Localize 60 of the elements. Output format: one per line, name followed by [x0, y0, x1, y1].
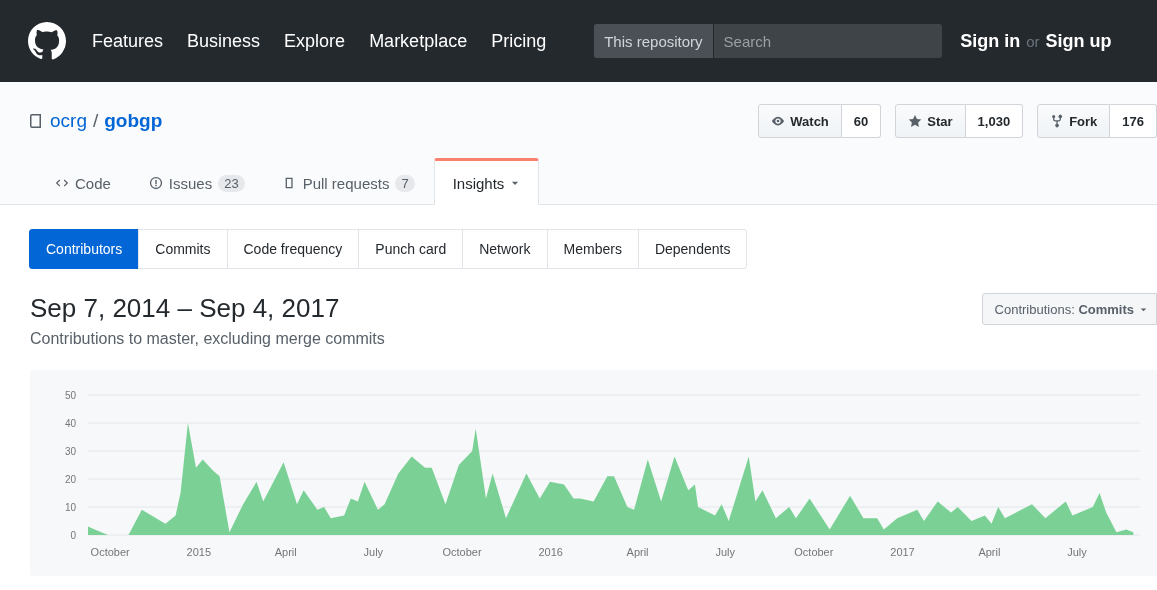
fork-icon — [1050, 114, 1065, 128]
report-tab[interactable]: Dependents — [637, 229, 748, 269]
path-separator: / — [92, 110, 99, 132]
x-axis-label: October — [794, 546, 834, 558]
repo-tab[interactable]: Insights — [433, 158, 540, 205]
x-axis-label: October — [90, 546, 130, 558]
nav-link[interactable]: Business — [187, 30, 261, 52]
x-axis-label: July — [1067, 546, 1087, 558]
report-tab[interactable]: Members — [546, 229, 639, 269]
x-axis-label: October — [442, 546, 482, 558]
star-count[interactable]: 1,030 — [965, 104, 1024, 138]
owner-link[interactable]: ocrg — [50, 110, 87, 132]
nav-link[interactable]: Explore — [284, 30, 346, 52]
chart-subtitle: Contributions to master, excluding merge commits — [30, 330, 385, 348]
or-text: or — [1026, 32, 1040, 50]
report-tab[interactable]: Network — [462, 229, 548, 269]
x-axis-label: 2017 — [890, 546, 915, 558]
search-field[interactable]: Search — [713, 24, 943, 58]
repo-tab[interactable]: Issues 23 — [129, 158, 264, 205]
repo-name-link[interactable]: gobgp — [104, 110, 163, 132]
repo-icon — [28, 113, 44, 129]
contributions-dropdown[interactable]: Contributions: Commits — [981, 293, 1157, 325]
y-axis-label: 30 — [64, 446, 76, 457]
nav-link[interactable]: Features — [92, 30, 164, 52]
x-axis-label: July — [363, 546, 384, 558]
x-axis-label: July — [715, 546, 735, 558]
report-tab[interactable]: Code frequency — [226, 229, 360, 269]
nav-link[interactable]: Pricing — [491, 30, 547, 52]
y-axis-label: 10 — [64, 502, 76, 513]
star-button[interactable]: Star — [895, 104, 966, 138]
fork-button[interactable]: Fork — [1037, 104, 1111, 138]
y-axis-label: 40 — [64, 418, 76, 429]
issue-icon — [148, 176, 163, 190]
watch-button[interactable]: Watch — [758, 104, 842, 138]
tab-counter: 23 — [218, 174, 245, 192]
x-axis-label: April — [978, 546, 1001, 558]
sign-up-link[interactable]: Sign up — [1045, 30, 1112, 52]
x-axis-label: 2015 — [186, 546, 212, 558]
x-axis-label: 2016 — [538, 546, 563, 558]
watch-count[interactable]: 60 — [841, 104, 882, 138]
date-range-title: Sep 7, 2014 – Sep 4, 2017 — [30, 293, 341, 324]
y-axis-label: 20 — [64, 474, 76, 485]
star-icon — [908, 114, 923, 128]
repo-tab[interactable]: Pull requests 7 — [263, 158, 434, 205]
report-tab[interactable]: Commits — [138, 229, 228, 269]
x-axis-label: April — [274, 546, 297, 558]
logo-icon[interactable] — [28, 22, 66, 60]
sign-in-link[interactable]: Sign in — [960, 30, 1021, 52]
repo-tab[interactable]: Code — [36, 158, 130, 205]
report-tab[interactable]: Punch card — [358, 229, 464, 269]
search-bar[interactable]: This repository Search — [594, 24, 943, 58]
y-axis-label: 50 — [64, 390, 76, 401]
report-tab[interactable]: Contributors — [29, 229, 140, 269]
eye-icon — [771, 114, 786, 128]
y-axis-label: 0 — [70, 530, 76, 541]
tab-counter: 7 — [395, 174, 415, 192]
nav-link[interactable]: Marketplace — [369, 30, 468, 52]
search-scope-label: This repository — [594, 24, 714, 58]
x-axis-label: April — [626, 546, 649, 558]
fork-count[interactable]: 176 — [1110, 104, 1157, 138]
